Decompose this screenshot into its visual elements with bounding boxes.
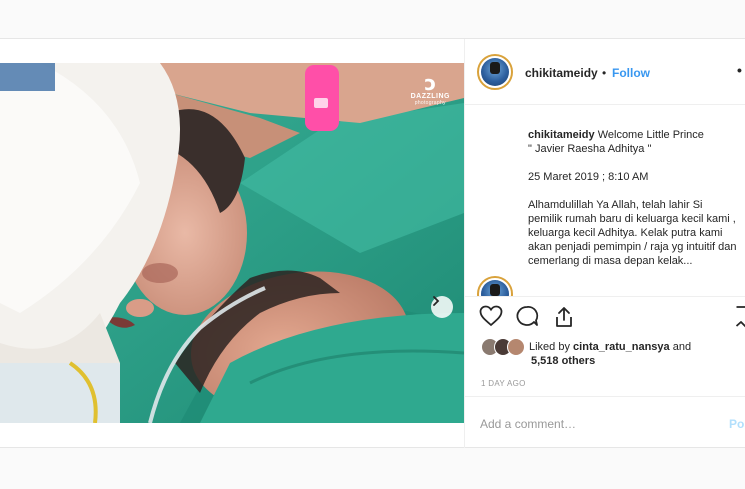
share-icon[interactable]	[552, 305, 576, 334]
author-avatar[interactable]	[477, 54, 513, 90]
post-photo[interactable]: ↄ DAZZLING photography	[0, 63, 464, 423]
caption-username[interactable]: chikitameidy	[528, 129, 595, 141]
comment-input[interactable]: Add a comment…	[480, 417, 576, 431]
instagram-post: ↄ DAZZLING photography chikitameidy • Fo…	[0, 38, 745, 449]
actions-divider	[465, 296, 745, 297]
add-comment-bar: Add a comment… Post	[465, 396, 745, 449]
like-heart-icon[interactable]	[479, 305, 503, 332]
liked-by-label: Liked by	[529, 341, 570, 353]
watermark-subtitle: photography	[414, 100, 446, 106]
likes-others[interactable]: 5,518 others	[531, 355, 595, 367]
post-sidebar: chikitameidy • Follow • chikitameidy Wel…	[464, 39, 745, 449]
photographer-watermark: ↄ DAZZLING photography	[411, 73, 450, 106]
author-username[interactable]: chikitameidy	[525, 66, 598, 80]
liked-by-user[interactable]: cinta_ratu_nansya	[573, 341, 670, 353]
post-header: chikitameidy • Follow •	[465, 39, 745, 105]
bookmark-icon[interactable]	[735, 305, 745, 334]
page-bottom-background	[0, 448, 745, 489]
comments-section: chikitameidy Welcome Little Prince " Jav…	[465, 106, 745, 296]
comment-bubble-icon[interactable]	[515, 305, 539, 332]
post-caption: chikitameidy Welcome Little Prince " Jav…	[528, 128, 738, 282]
more-options-icon[interactable]: •	[737, 62, 743, 78]
likes-summary: Liked by cinta_ratu_nansya and	[481, 337, 691, 357]
post-comment-button[interactable]: Post	[729, 417, 745, 431]
liked-by-and: and	[672, 341, 692, 353]
caption-line-2: " Javier Raesha Adhitya "	[528, 143, 652, 155]
comment-avatar[interactable]	[477, 276, 513, 296]
newborn-photo-illustration	[0, 63, 464, 423]
caption-line-1: Welcome Little Prince	[594, 129, 704, 141]
liker-avatars	[481, 338, 527, 356]
header-separator: •	[602, 66, 607, 80]
caption-date: 25 Maret 2019 ; 8:10 AM	[528, 171, 649, 183]
caption-body: Alhamdulillah Ya Allah, telah lahir Si p…	[528, 199, 737, 267]
page-top-background	[0, 0, 745, 38]
carousel-next-button[interactable]	[431, 296, 453, 318]
action-bar	[465, 305, 745, 335]
chevron-right-icon	[433, 296, 440, 306]
post-timestamp[interactable]: 1 DAY AGO	[481, 379, 526, 388]
liker-avatar[interactable]	[507, 338, 525, 356]
watermark-name: DAZZLING	[410, 93, 450, 100]
watermark-logo: ↄ	[424, 71, 437, 95]
follow-button[interactable]: Follow	[612, 66, 650, 80]
